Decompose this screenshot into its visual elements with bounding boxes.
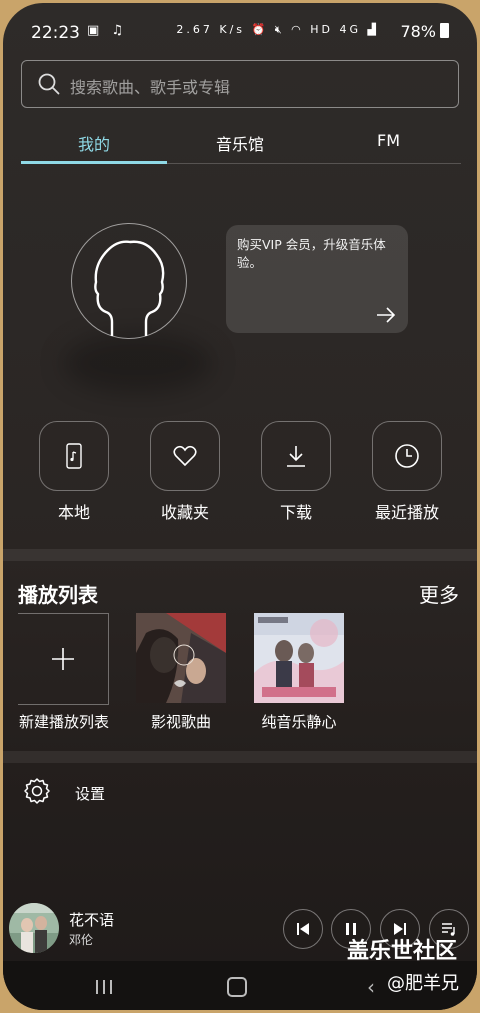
status-indicators: 2.67 K/s ⏰ 🔇︎ ◠ HD 4G ▟ xyxy=(176,23,379,37)
search-placeholder: 搜索歌曲、歌手或专辑 xyxy=(70,78,231,97)
notification-icons: ▣ ♫ xyxy=(87,23,128,38)
recent-play-button[interactable]: 最近播放 xyxy=(371,421,443,522)
now-playing-title: 花不语 xyxy=(69,911,115,929)
battery: 78% xyxy=(400,22,449,41)
playlist-cover-film-songs xyxy=(136,613,226,703)
playlist-label: 影视歌曲 xyxy=(150,713,211,731)
arrow-right-icon xyxy=(377,307,396,323)
now-playing-artist: 邓伦 xyxy=(69,933,94,947)
download-icon xyxy=(287,446,305,467)
favorites-button[interactable]: 收藏夹 xyxy=(149,421,221,522)
download-box xyxy=(261,421,331,491)
new-playlist-box xyxy=(18,613,109,705)
local-music-box xyxy=(39,421,109,491)
mute-icon: 🔇︎ xyxy=(274,23,285,36)
watermark-community: 盖乐世社区 xyxy=(347,939,458,964)
avatar[interactable] xyxy=(71,223,187,339)
tab-fm[interactable]: FM xyxy=(377,131,400,150)
settings-row[interactable]: 设置 xyxy=(23,777,105,809)
tab-active-indicator xyxy=(21,161,167,164)
playlist-cover-pure-music xyxy=(254,613,344,703)
skip-previous-icon xyxy=(297,923,309,935)
tab-mine[interactable]: 我的 xyxy=(78,131,110,155)
clock-icon xyxy=(395,444,419,468)
section-divider xyxy=(3,751,477,763)
phone-screen: 22:23 ▣ ♫ 2.67 K/s ⏰ 🔇︎ ◠ HD 4G ▟ 78% 搜索… xyxy=(3,3,477,1010)
alarm-icon: ⏰ xyxy=(251,23,269,36)
recent-play-label: 最近播放 xyxy=(374,503,439,522)
plus-icon xyxy=(52,648,74,670)
playlist-item[interactable]: 纯音乐静心 xyxy=(253,613,345,731)
tab-music-hall[interactable]: 音乐馆 xyxy=(216,131,264,155)
vip-promo-text: 购买VIP 会员，升级音乐体验。 xyxy=(237,237,386,270)
status-bar: 22:23 ▣ ♫ 2.67 K/s ⏰ 🔇︎ ◠ HD 4G ▟ 78% xyxy=(3,19,477,45)
download-label: 下载 xyxy=(279,503,312,522)
back-icon[interactable]: ‹ xyxy=(367,975,375,999)
playlist-item[interactable]: 影视歌曲 xyxy=(135,613,227,731)
search-bar[interactable]: 搜索歌曲、歌手或专辑 xyxy=(21,60,459,108)
network-type: HD 4G xyxy=(310,23,362,36)
playlist-label: 纯音乐静心 xyxy=(261,713,337,731)
recent-play-box xyxy=(372,421,442,491)
playlist-more-link[interactable]: 更多 xyxy=(419,579,459,608)
heart-icon xyxy=(173,445,197,467)
local-music-button[interactable]: 本地 xyxy=(38,421,110,522)
battery-icon xyxy=(440,23,449,38)
recent-apps-icon[interactable] xyxy=(95,979,113,995)
previous-button[interactable] xyxy=(283,909,323,949)
playlist-section-title: 播放列表 xyxy=(18,583,98,607)
now-playing-cover xyxy=(9,903,59,953)
download-button[interactable]: 下载 xyxy=(260,421,332,522)
favorites-box xyxy=(150,421,220,491)
local-music-label: 本地 xyxy=(57,503,90,522)
tab-bar: 我的 音乐馆 FM xyxy=(21,123,461,165)
net-speed: 2.67 K/s xyxy=(176,23,246,36)
wifi-icon: ◠ xyxy=(291,23,304,36)
section-divider xyxy=(3,549,477,561)
signal-icon: ▟ xyxy=(367,23,379,36)
home-icon[interactable] xyxy=(227,977,247,997)
phone-music-icon xyxy=(66,443,82,469)
new-playlist-button[interactable]: 新建播放列表 xyxy=(18,613,110,731)
battery-level: 78% xyxy=(400,22,436,41)
user-silhouette-icon xyxy=(94,240,165,336)
vip-promo-card[interactable]: 购买VIP 会员，升级音乐体验。 xyxy=(226,225,408,333)
search-icon xyxy=(38,73,60,95)
settings-label: 设置 xyxy=(75,785,106,803)
favorites-label: 收藏夹 xyxy=(160,503,209,522)
watermark-author: @肥羊兄 xyxy=(387,973,459,994)
new-playlist-label: 新建播放列表 xyxy=(18,713,109,731)
status-time: 22:23 xyxy=(31,23,80,43)
gear-icon xyxy=(24,778,50,804)
